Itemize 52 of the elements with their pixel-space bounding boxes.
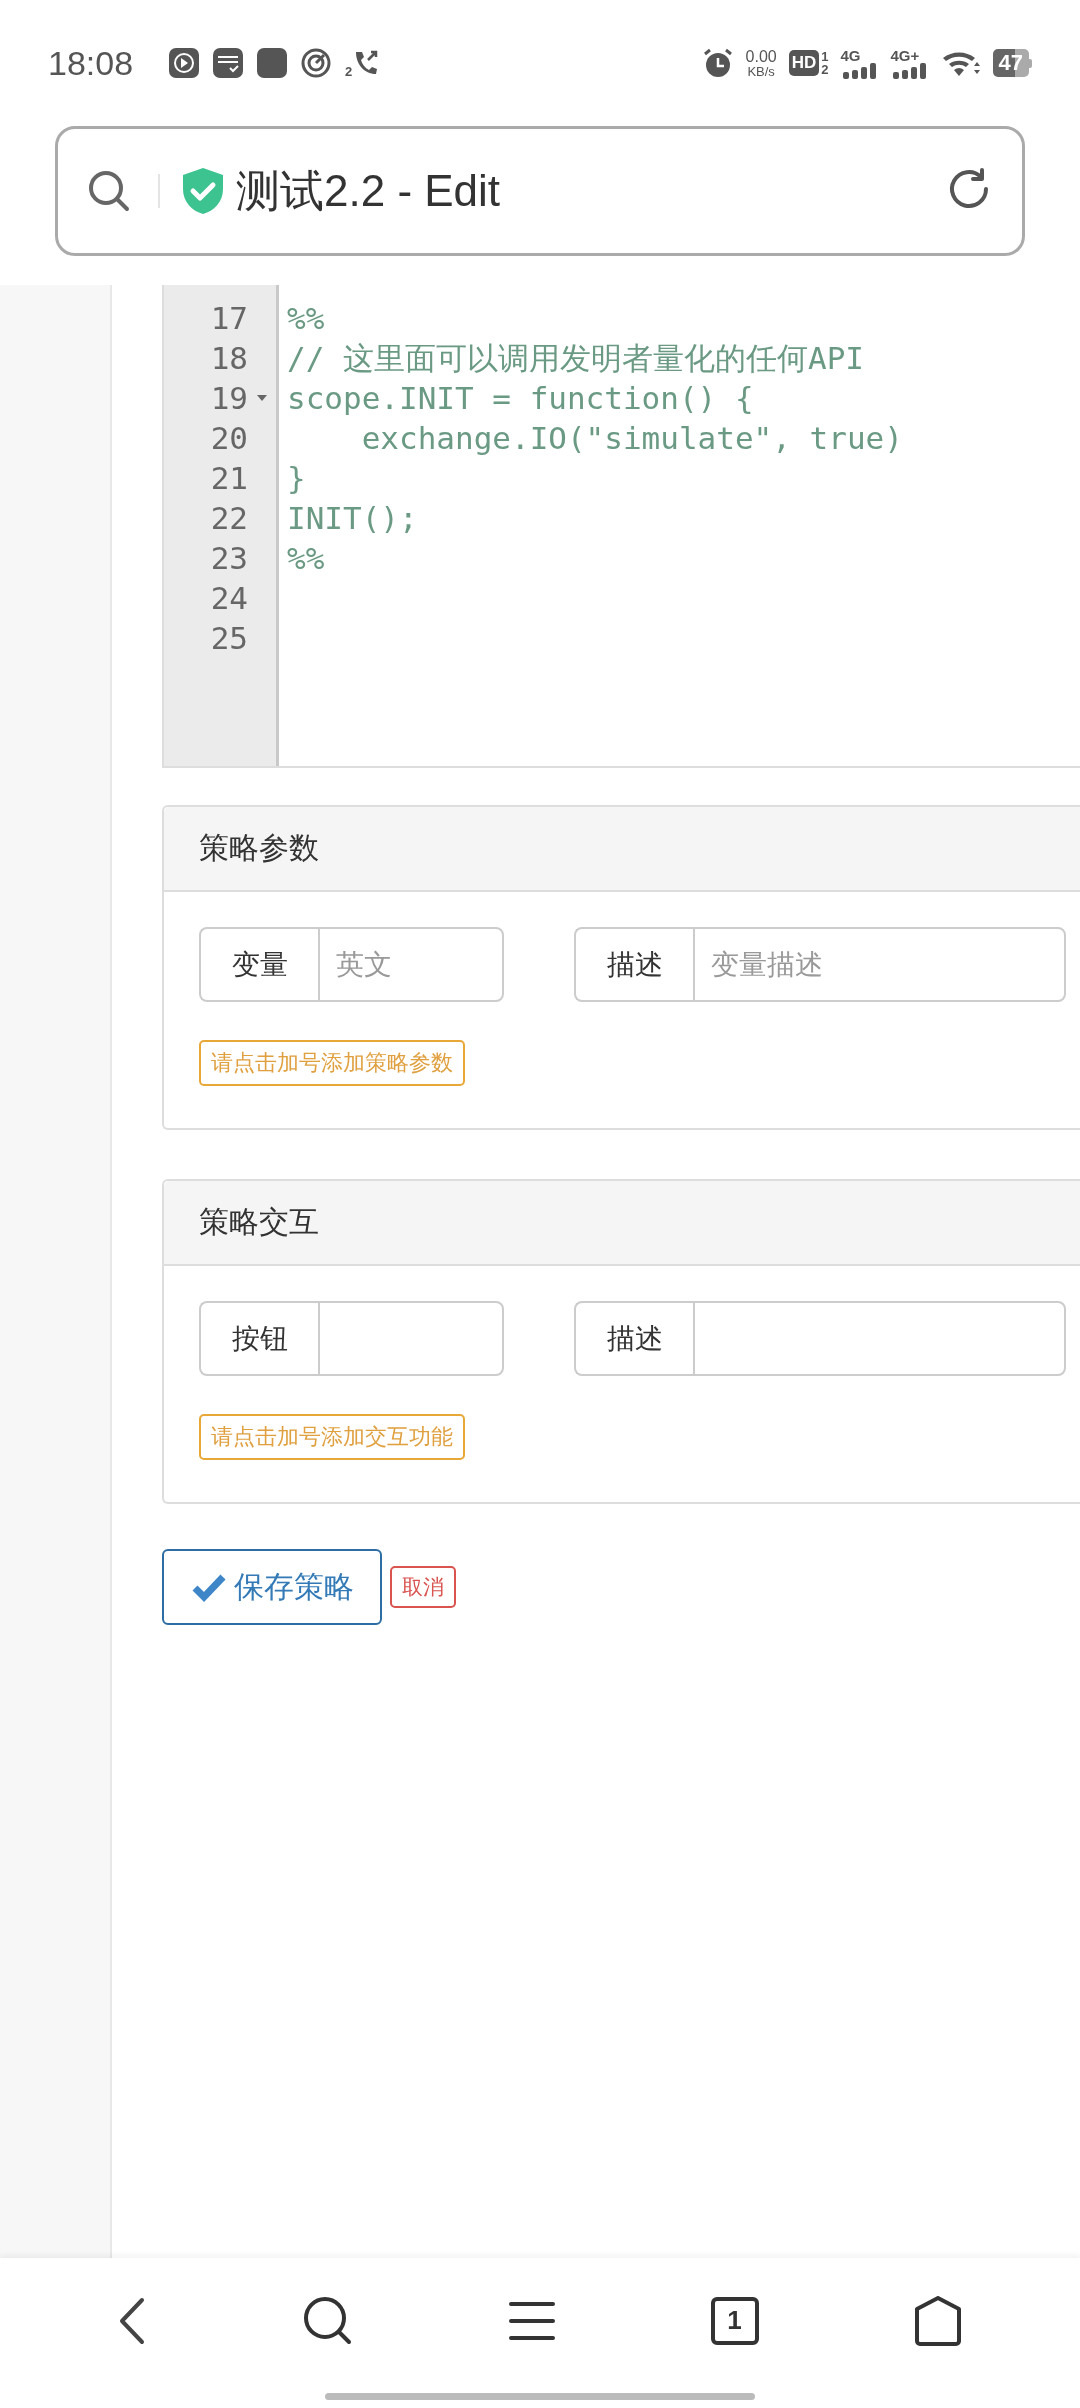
cancel-button[interactable]: 取消 — [390, 1566, 456, 1608]
sim-number: 2 — [821, 63, 829, 76]
check-icon — [192, 1572, 226, 1602]
line-number: 22 — [210, 499, 248, 538]
shield-check-icon — [180, 166, 226, 216]
status-time: 18:08 — [48, 43, 134, 83]
network-type: 4G+ — [890, 47, 920, 63]
panel-title: 策略交互 — [199, 1204, 319, 1240]
code-line: } — [287, 460, 306, 496]
network-type: 4G — [840, 47, 861, 63]
panel-title: 策略参数 — [199, 830, 319, 866]
card-icon — [213, 48, 244, 78]
line-number: 24 — [210, 579, 248, 618]
code-line: %% — [287, 540, 325, 576]
sim-number: 1 — [821, 50, 829, 63]
network-speed: 0.00 — [745, 48, 777, 65]
tab-count-button[interactable]: 1 — [710, 2296, 759, 2345]
hint-label: 请点击加号添加策略参数 — [199, 1040, 465, 1086]
hd-badge: HD — [788, 50, 820, 76]
page-title: 测试2.2 - Edit — [236, 164, 501, 217]
code-line: exchange.IO("simulate", true) — [360, 420, 903, 456]
line-number: 18 — [210, 339, 248, 378]
code-line: scope.INIT = function() { — [287, 380, 754, 416]
line-number: 19 — [210, 379, 248, 418]
gauge-icon — [301, 48, 332, 78]
square-icon — [257, 48, 288, 78]
play-icon — [169, 48, 200, 78]
code-line: %% — [287, 300, 325, 336]
line-number: 17 — [210, 299, 248, 338]
speed-unit: KB/s — [747, 64, 775, 78]
home-icon[interactable] — [914, 2295, 963, 2346]
alarm-icon — [701, 47, 734, 79]
text-field[interactable] — [318, 1301, 504, 1376]
text-field[interactable] — [693, 1301, 1066, 1376]
line-number: 23 — [210, 539, 248, 578]
code-line: // 这里面可以调用发明者量化的任何API — [287, 340, 864, 376]
line-number: 25 — [210, 619, 248, 658]
menu-icon[interactable] — [509, 2300, 555, 2341]
line-number: 21 — [210, 459, 248, 498]
battery-level: 47 — [992, 49, 1029, 77]
search-icon[interactable] — [86, 168, 132, 214]
line-number: 20 — [210, 419, 248, 458]
text-field[interactable]: 英文 — [318, 927, 504, 1002]
sim-number: 2 — [345, 65, 353, 78]
search-icon[interactable] — [303, 2295, 354, 2346]
code-line: INIT(); — [287, 500, 418, 536]
hint-label: 请点击加号添加交互功能 — [199, 1414, 465, 1460]
signal-icon — [840, 62, 879, 79]
text-field[interactable]: 变量描述 — [693, 927, 1066, 1002]
save-button[interactable]: 保存策略 — [162, 1549, 382, 1625]
fold-arrow-icon[interactable] — [256, 394, 268, 402]
signal-icon — [890, 62, 929, 79]
